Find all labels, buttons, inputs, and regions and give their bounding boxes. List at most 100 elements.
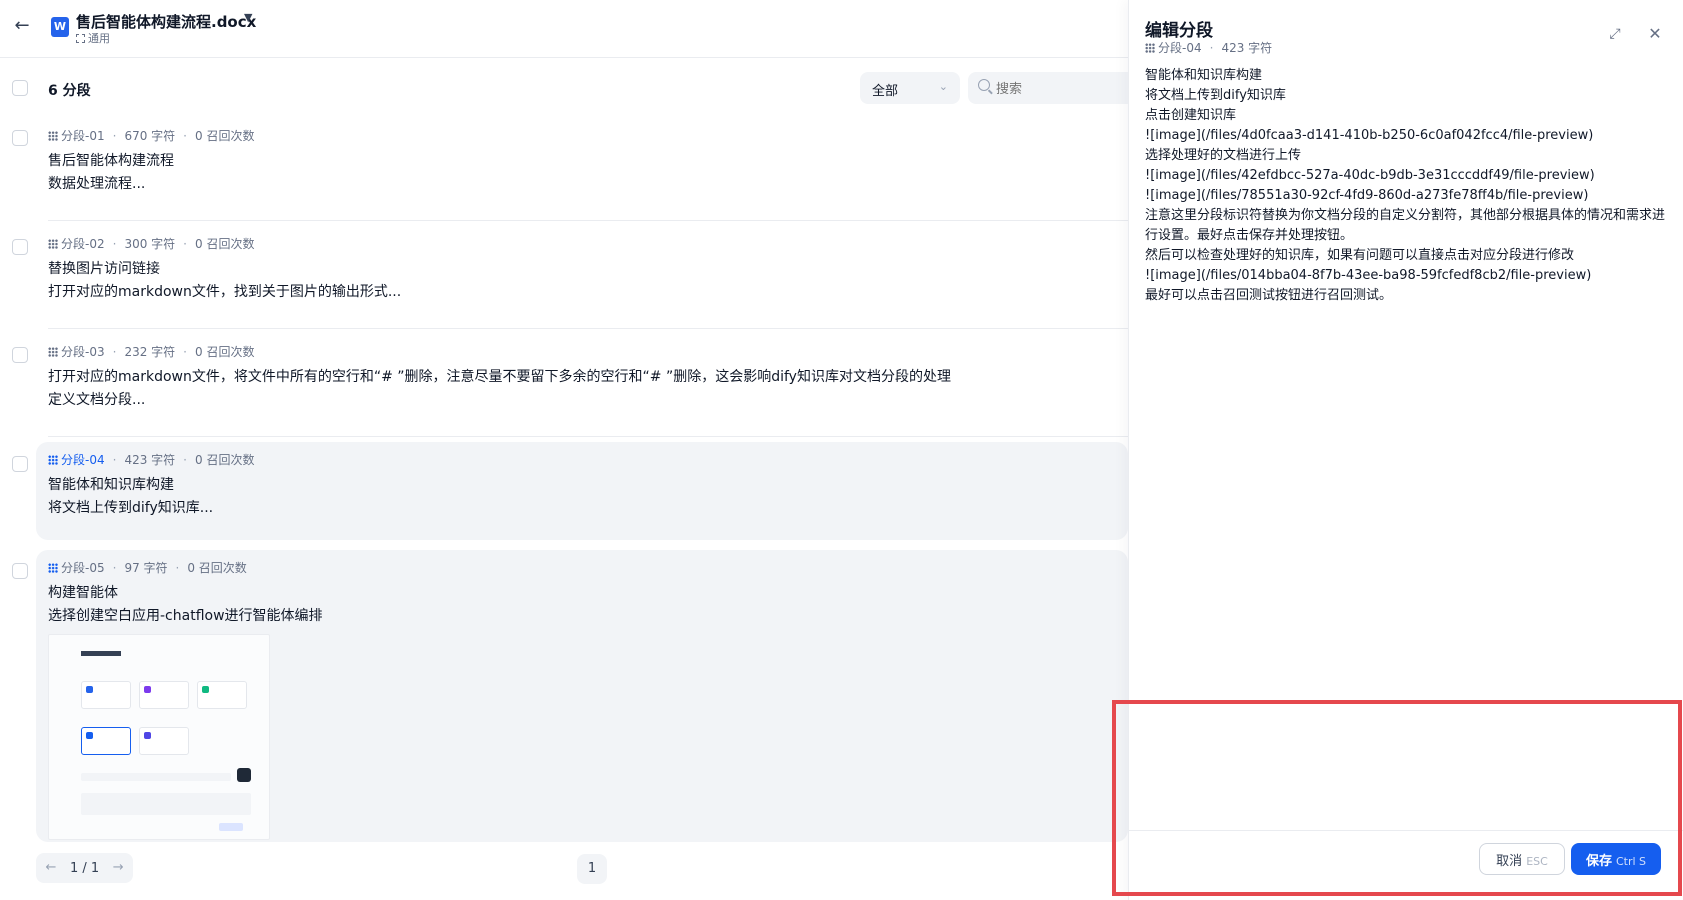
cancel-label: 取消 [1496, 853, 1523, 869]
arrow-left-icon[interactable]: ← [40, 857, 62, 879]
document-title[interactable]: 售后智能体构建流程.docx [76, 11, 256, 32]
segment-chars: 670 字符 [124, 129, 176, 143]
segment-line: 构建智能体 [48, 585, 118, 601]
segment-checkbox[interactable] [12, 347, 28, 363]
segment-meta: 分段-04 · 423 字符 · 0 召回次数 [48, 452, 1116, 468]
segment-card-active[interactable]: 分段-04 · 423 字符 · 0 召回次数 智能体和知识库构建 将文档上传到dify… [36, 442, 1128, 540]
search-icon [978, 79, 990, 91]
segment-card[interactable]: 分段-02 · 300 字符 · 0 召回次数 替换图片访问链接 打开对应的markdo… [36, 226, 1128, 322]
segment-meta: 分段-02 · 300 字符 · 0 召回次数 [48, 236, 1116, 252]
segment-list-header: 6 分段 全部 ⌄ [0, 66, 1128, 110]
segment-recalls: 0 召回次数 [195, 345, 255, 359]
chevron-down-icon: ⌄ [938, 80, 948, 93]
thumbnail-graphic [81, 727, 131, 755]
content-line: 选择处理好的文档进行上传 [1145, 148, 1302, 163]
content-line: 智能体和知识库构建 [1145, 68, 1263, 83]
content-line: 将文档上传到dify知识库 [1145, 88, 1286, 103]
document-mode: 通用 [76, 30, 110, 46]
cancel-button[interactable]: 取消 ESC [1479, 843, 1565, 875]
segment-checkbox[interactable] [12, 456, 28, 472]
chevron-down-icon[interactable]: ▼ [244, 11, 252, 24]
thumbnail-graphic [219, 823, 243, 831]
segment-checkbox[interactable] [12, 239, 28, 255]
thumbnail-graphic [81, 773, 231, 781]
content-line: 注意这里分段标识符替换为你文档分段的自定义分割符，其他部分根据具体的情况和需求进… [1145, 208, 1666, 243]
segment-id: 分段-03 [61, 345, 105, 359]
top-bar: ← W 售后智能体构建流程.docx ▼ 通用 [0, 0, 1128, 58]
segment-line: 替换图片访问链接 [48, 261, 160, 277]
drawer-title: 编辑分段 [1145, 21, 1213, 41]
grid-icon [48, 347, 58, 357]
segment-meta: 分段-01 · 670 字符 · 0 召回次数 [48, 128, 1116, 144]
segment-recalls: 0 召回次数 [195, 129, 255, 143]
drawer-segment-meta: 分段-04 · 423 字符 [1145, 39, 1272, 56]
segment-recalls: 0 召回次数 [195, 453, 255, 467]
divider [48, 436, 1128, 437]
save-button[interactable]: 保存 Ctrl S [1571, 843, 1661, 875]
edit-segment-drawer: 编辑分段 分段-04 · 423 字符 ⤢ ✕ 智能体和知识库构建 将文档上传到di… [1128, 0, 1683, 900]
segment-meta: 分段-05 · 97 字符 · 0 召回次数 [48, 560, 1116, 576]
segment-card[interactable]: 分段-05 · 97 字符 · 0 召回次数 构建智能体 选择创建空白应用-chatfl… [36, 550, 1128, 842]
segment-recalls: 0 召回次数 [195, 237, 255, 251]
segment-line: 打开对应的markdown文件，将文件中所有的空行和“# ”删除，注意尽量不要留… [48, 369, 951, 385]
content-line: 然后可以检查处理好的知识库，如果有问题可以直接点击对应分段进行修改 [1145, 248, 1575, 263]
divider [48, 328, 1128, 329]
segment-checkbox[interactable] [12, 563, 28, 579]
content-line: 点击创建知识库 [1145, 108, 1237, 123]
segment-line: 智能体和知识库构建 [48, 477, 174, 493]
segment-checkbox[interactable] [12, 130, 28, 146]
segment-line: 将文档上传到dify知识库... [48, 500, 214, 516]
arrow-left-icon[interactable]: ← [10, 14, 34, 38]
arrow-right-icon[interactable]: → [107, 857, 129, 879]
word-doc-icon: W [51, 17, 69, 37]
drawer-footer-divider [1129, 830, 1683, 831]
thumbnail-graphic [81, 681, 131, 709]
drawer-segment-chars: 423 字符 [1221, 41, 1273, 55]
segment-line: 数据处理流程... [48, 176, 146, 192]
page-info: 1 / 1 [70, 860, 100, 876]
content-line: ![image](/files/4d0fcaa3-d141-410b-b250-… [1145, 128, 1594, 143]
segment-line: 售后智能体构建流程 [48, 153, 174, 169]
grid-icon [48, 239, 58, 249]
segment-count: 6 分段 [48, 83, 91, 99]
grid-icon [48, 455, 58, 465]
cancel-shortcut: ESC [1526, 854, 1548, 868]
content-line: ![image](/files/78551a30-92cf-4fd9-860d-… [1145, 188, 1589, 203]
save-label: 保存 [1585, 853, 1612, 869]
thumbnail-graphic [81, 651, 121, 656]
content-line: ![image](/files/014bba04-8f7b-43ee-ba98-… [1145, 268, 1592, 283]
segment-id: 分段-04 [61, 453, 105, 467]
page-number-button[interactable]: 1 [577, 854, 607, 884]
document-mode-label: 通用 [88, 32, 110, 45]
segment-card[interactable]: 分段-01 · 670 字符 · 0 召回次数 售后智能体构建流程 数据处理流程... [36, 118, 1128, 214]
select-all-checkbox[interactable] [12, 80, 28, 96]
segment-recalls: 0 召回次数 [187, 561, 247, 575]
thumbnail-graphic [197, 681, 247, 709]
segment-line: 打开对应的markdown文件，找到关于图片的输出形式... [48, 284, 402, 300]
expand-icon[interactable]: ⤢ [1607, 26, 1623, 42]
status-filter-value: 全部 [872, 84, 899, 99]
segment-id: 分段-01 [61, 129, 105, 143]
grid-icon [1145, 43, 1155, 53]
segment-card[interactable]: 分段-03 · 232 字符 · 0 召回次数 打开对应的markdown文件，将文件中… [36, 334, 1128, 430]
thumbnail-graphic [139, 681, 189, 709]
thumbnail-graphic [139, 727, 189, 755]
pagination: ← 1 / 1 → [36, 853, 134, 883]
grid-icon [76, 34, 85, 43]
segment-chars: 300 字符 [124, 237, 176, 251]
segment-line: 定义文档分段... [48, 392, 146, 408]
save-shortcut: Ctrl S [1615, 854, 1647, 868]
thumbnail-graphic [81, 793, 251, 815]
content-line: 最好可以点击召回测试按钮进行召回测试。 [1145, 288, 1393, 303]
segment-meta: 分段-03 · 232 字符 · 0 召回次数 [48, 344, 1116, 360]
segment-content-editor[interactable]: 智能体和知识库构建 将文档上传到dify知识库 点击创建知识库 ![image]… [1145, 66, 1675, 306]
segment-image-thumbnail[interactable] [48, 634, 270, 840]
search-input[interactable] [968, 72, 1128, 104]
segment-chars: 423 字符 [124, 453, 176, 467]
status-filter-select[interactable]: 全部 ⌄ [860, 72, 960, 104]
drawer-segment-id: 分段-04 [1158, 41, 1202, 55]
close-icon[interactable]: ✕ [1647, 26, 1663, 42]
segment-chars: 232 字符 [124, 345, 176, 359]
thumbnail-graphic [237, 768, 251, 782]
divider [48, 220, 1128, 221]
